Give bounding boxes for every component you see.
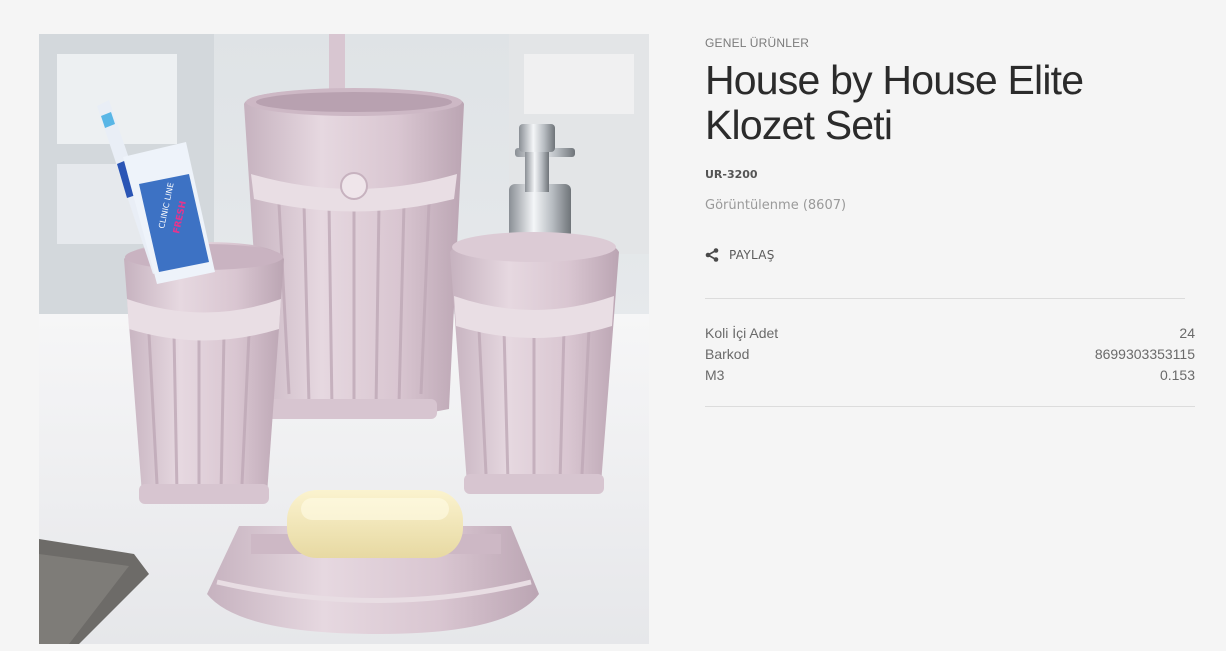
view-count: Görüntülenme (8607) xyxy=(705,198,847,213)
share-icon xyxy=(705,248,719,262)
share-label: PAYLAŞ xyxy=(729,248,775,262)
divider xyxy=(705,298,1185,299)
spec-table: Koli İçi Adet 24 Barkod 8699303353115 M3… xyxy=(705,323,1195,386)
spec-label: Barkod xyxy=(705,346,750,362)
spec-value: 24 xyxy=(1179,325,1195,341)
divider xyxy=(705,406,1195,407)
product-image[interactable]: CLINIC LINE FRESH xyxy=(39,34,649,644)
spec-row-koli: Koli İçi Adet 24 xyxy=(705,323,1195,344)
spec-row-barkod: Barkod 8699303353115 xyxy=(705,344,1195,365)
spec-row-m3: M3 0.153 xyxy=(705,365,1195,386)
spec-label: Koli İçi Adet xyxy=(705,325,779,341)
spec-label: M3 xyxy=(705,367,725,383)
product-title: House by House Elite Klozet Seti xyxy=(705,57,1084,148)
spec-value: 0.153 xyxy=(1159,367,1195,383)
spec-value: 8699303353115 xyxy=(1094,346,1195,362)
product-code: UR-3200 xyxy=(705,168,758,181)
product-category[interactable]: GENEL ÜRÜNLER xyxy=(705,36,809,50)
share-button[interactable]: PAYLAŞ xyxy=(705,248,775,262)
